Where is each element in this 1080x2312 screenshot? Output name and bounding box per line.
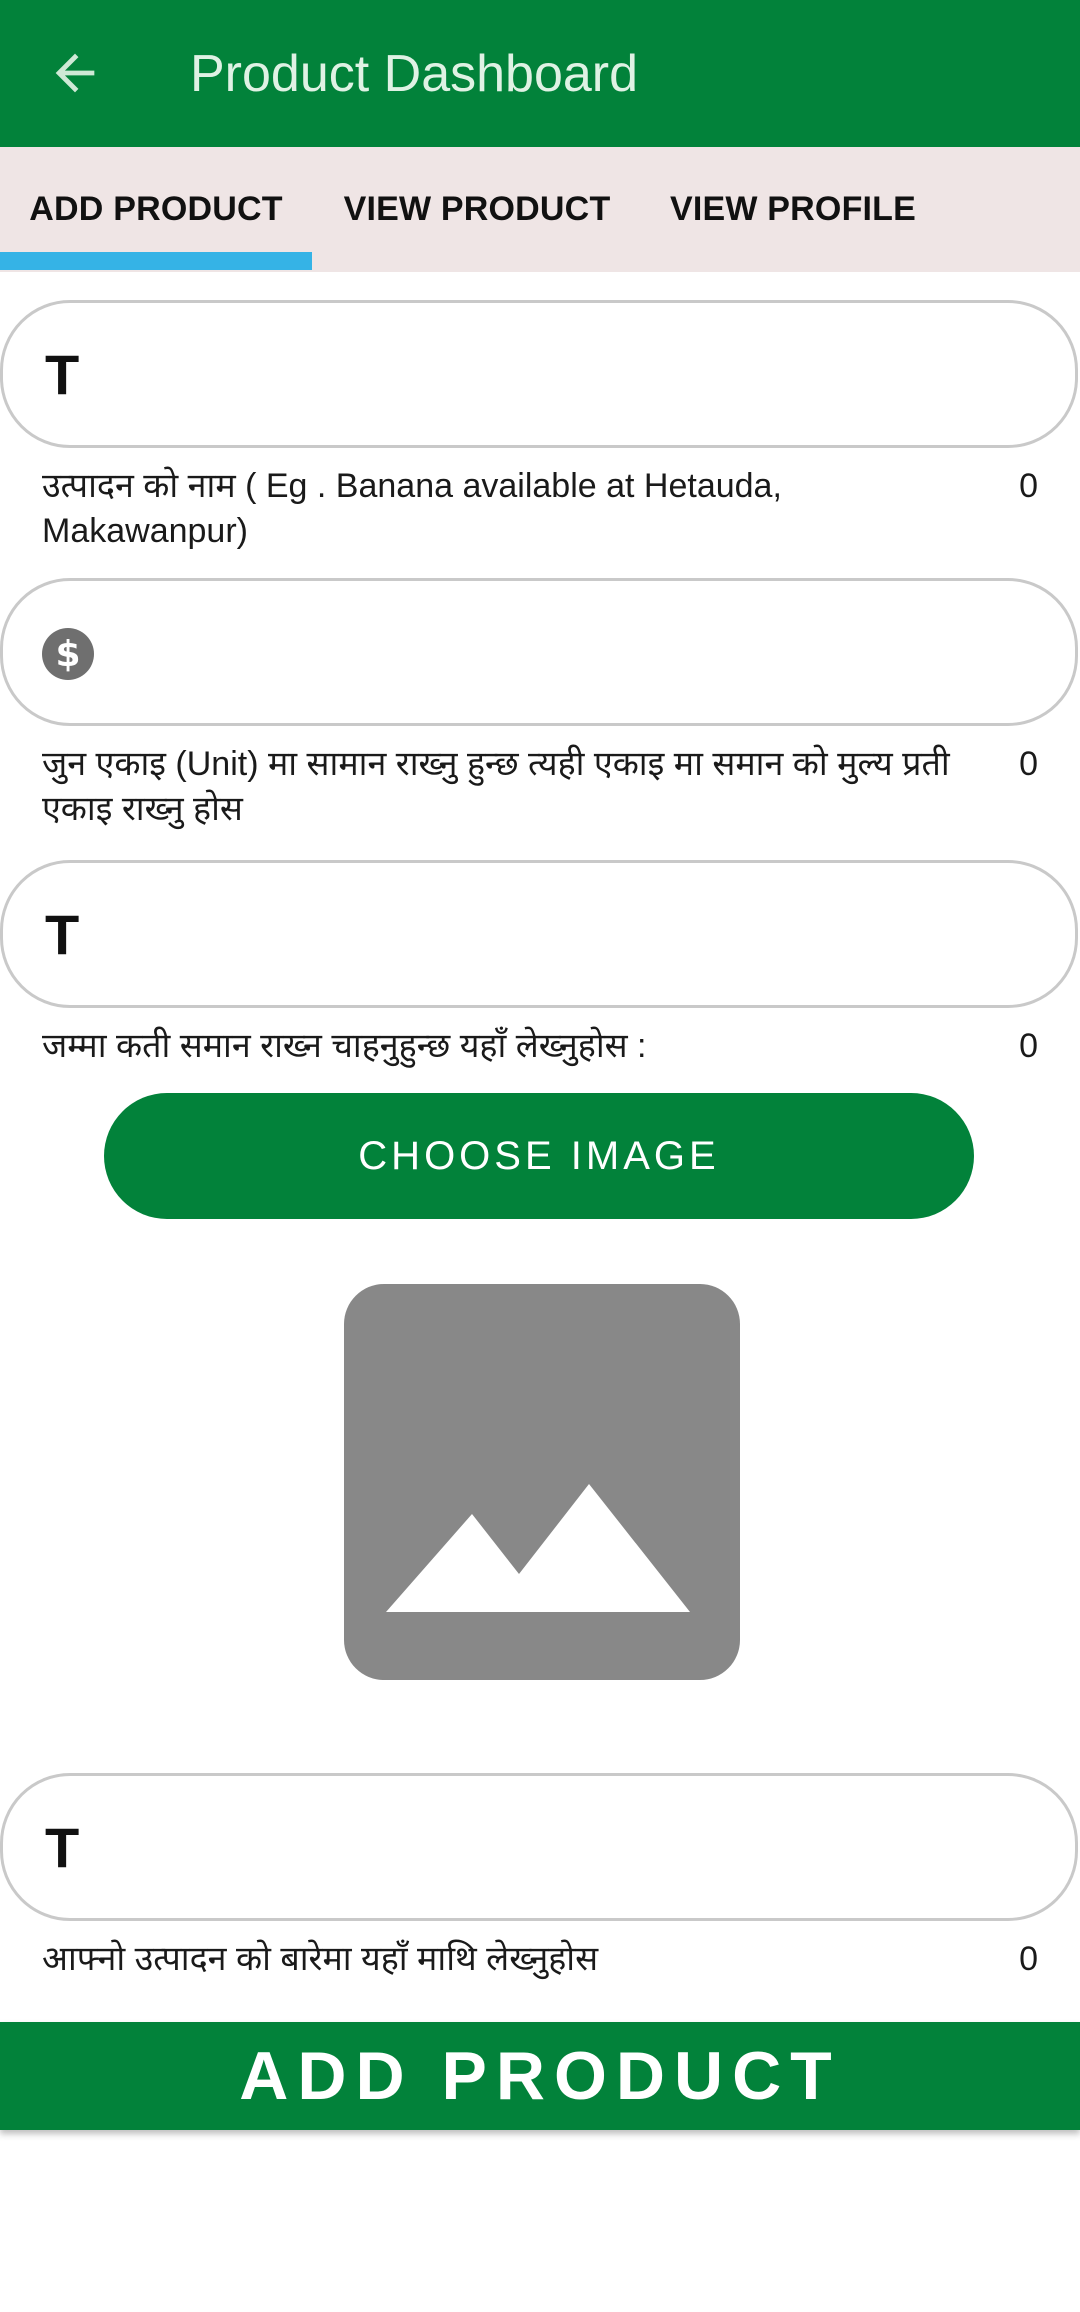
product-name-helper: उत्पादन को नाम ( Eg . Banana available a… xyxy=(42,467,782,550)
page-title: Product Dashboard xyxy=(190,45,639,103)
dollar-circle-icon: $ xyxy=(42,628,94,680)
product-name-field[interactable]: T xyxy=(0,300,1078,448)
product-name-counter: 0 xyxy=(1019,467,1038,505)
choose-image-button[interactable]: CHOOSE IMAGE xyxy=(104,1093,974,1219)
tab-view-product[interactable]: VIEW PRODUCT xyxy=(312,147,642,272)
text-field-icon: T xyxy=(45,903,80,966)
quantity-helper: जम्मा कती समान राख्न चाहनुहुन्छ यहाँ लेख… xyxy=(42,1027,647,1065)
text-field-icon: T xyxy=(45,343,80,406)
tab-label: ADD PRODUCT xyxy=(29,190,283,228)
arrow-left-icon[interactable] xyxy=(46,44,104,102)
description-counter: 0 xyxy=(1019,1940,1038,1978)
tab-label: VIEW PRODUCT xyxy=(343,190,611,228)
text-field-icon: T xyxy=(45,1816,80,1879)
tab-label: VIEW PROFILE xyxy=(669,190,917,228)
add-product-button[interactable]: ADD PRODUCT xyxy=(0,2022,1080,2130)
image-placeholder-icon xyxy=(344,1284,740,1680)
tab-indicator xyxy=(0,252,312,270)
price-counter: 0 xyxy=(1019,745,1038,783)
tab-view-profile[interactable]: VIEW PROFILE xyxy=(642,147,944,272)
quantity-field[interactable]: T xyxy=(0,860,1078,1008)
svg-text:$: $ xyxy=(55,634,80,675)
app-bar: Product Dashboard xyxy=(0,0,1080,147)
price-field[interactable]: $ xyxy=(0,578,1078,726)
quantity-counter: 0 xyxy=(1019,1027,1038,1065)
description-field[interactable]: T xyxy=(0,1773,1078,1921)
price-helper: जुन एकाइ (Unit) मा सामान राख्नु हुन्छ त्… xyxy=(42,745,950,828)
description-helper: आफ्नो उत्पादन को बारेमा यहाँ माथि लेख्नु… xyxy=(42,1940,599,1978)
